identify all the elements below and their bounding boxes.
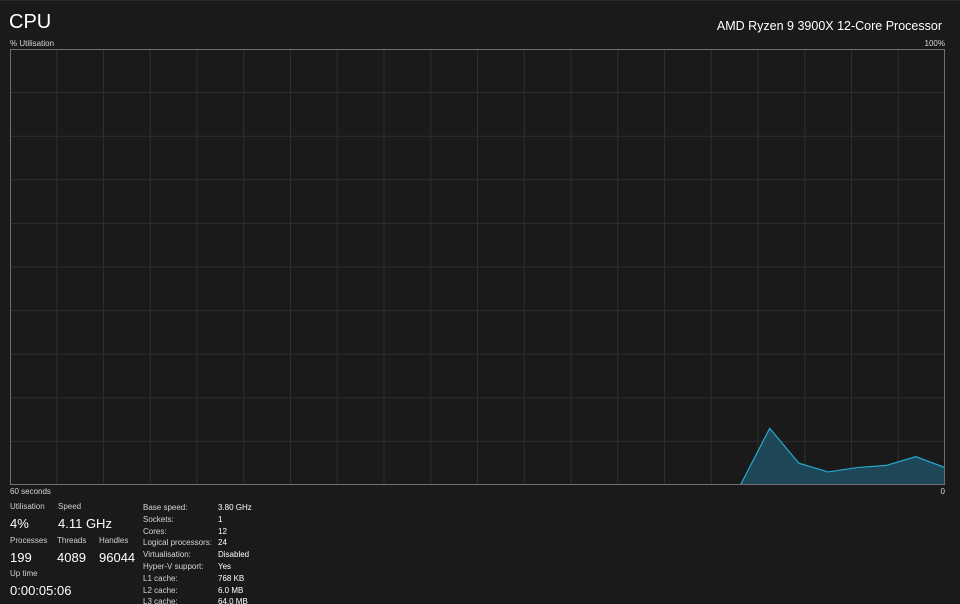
detail-value: 1: [218, 514, 223, 524]
detail-key: Cores:: [143, 526, 167, 536]
detail-value: 64.0 MB: [218, 597, 248, 604]
stat-threads-label: Threads: [57, 536, 87, 545]
stat-handles-value: 96044: [99, 550, 136, 565]
stat-processes-value: 199: [10, 550, 32, 565]
detail-value: 768 KB: [218, 573, 245, 583]
page-title: CPU: [9, 11, 52, 33]
detail-key: Sockets:: [143, 514, 174, 524]
stat-uptime-value: 0:00:05:06: [10, 583, 72, 598]
cpu-utilisation-graph[interactable]: [10, 49, 945, 485]
detail-value: 12: [218, 526, 227, 536]
cpu-graph-svg: [10, 49, 945, 485]
detail-key: Virtualisation:: [143, 550, 191, 560]
stat-speed-label: Speed: [58, 502, 82, 511]
stat-utilisation: Utilisation 4%: [10, 502, 45, 532]
detail-value: Disabled: [218, 550, 250, 560]
stat-uptime-label: Up time: [10, 569, 38, 578]
detail-key: L1 cache:: [143, 573, 178, 583]
stat-uptime: Up time 0:00:05:06: [10, 569, 71, 599]
detail-value: Yes: [218, 561, 232, 571]
detail-key: Base speed:: [143, 503, 188, 512]
detail-key: L3 cache:: [143, 597, 178, 604]
stat-threads: Threads 4089: [57, 536, 86, 566]
stat-speed-value: 4.11 GHz: [58, 516, 112, 531]
detail-key: Logical processors:: [143, 538, 212, 548]
stat-utilisation-label: Utilisation: [10, 502, 45, 511]
stat-processes-label: Processes: [10, 536, 48, 545]
detail-value: 6.0 MB: [218, 585, 244, 595]
stat-utilisation-value: 4%: [10, 516, 29, 531]
detail-key: L2 cache:: [143, 585, 178, 595]
processor-name: AMD Ryzen 9 3900X 12-Core Processor: [716, 19, 942, 33]
graph-y-axis-label: % Utilisation: [10, 39, 55, 48]
stat-threads-value: 4089: [57, 550, 86, 565]
graph-x-axis-label: 60 seconds: [10, 487, 51, 496]
detail-key: Hyper-V support:: [143, 561, 204, 571]
detail-value: 3.80 GHz: [218, 503, 252, 512]
stat-processes: Processes 199: [10, 536, 47, 566]
stat-handles-label: Handles: [99, 536, 129, 545]
task-manager-cpu-panel: CPU AMD Ryzen 9 3900X 12-Core Processor …: [0, 0, 960, 604]
stat-handles: Handles 96044: [99, 536, 135, 566]
detail-value: 24: [218, 538, 227, 548]
graph-y-max-label: 100%: [924, 39, 945, 48]
stat-speed: Speed 4.11 GHz: [58, 502, 112, 532]
graph-x-min-label: 0: [940, 487, 945, 496]
